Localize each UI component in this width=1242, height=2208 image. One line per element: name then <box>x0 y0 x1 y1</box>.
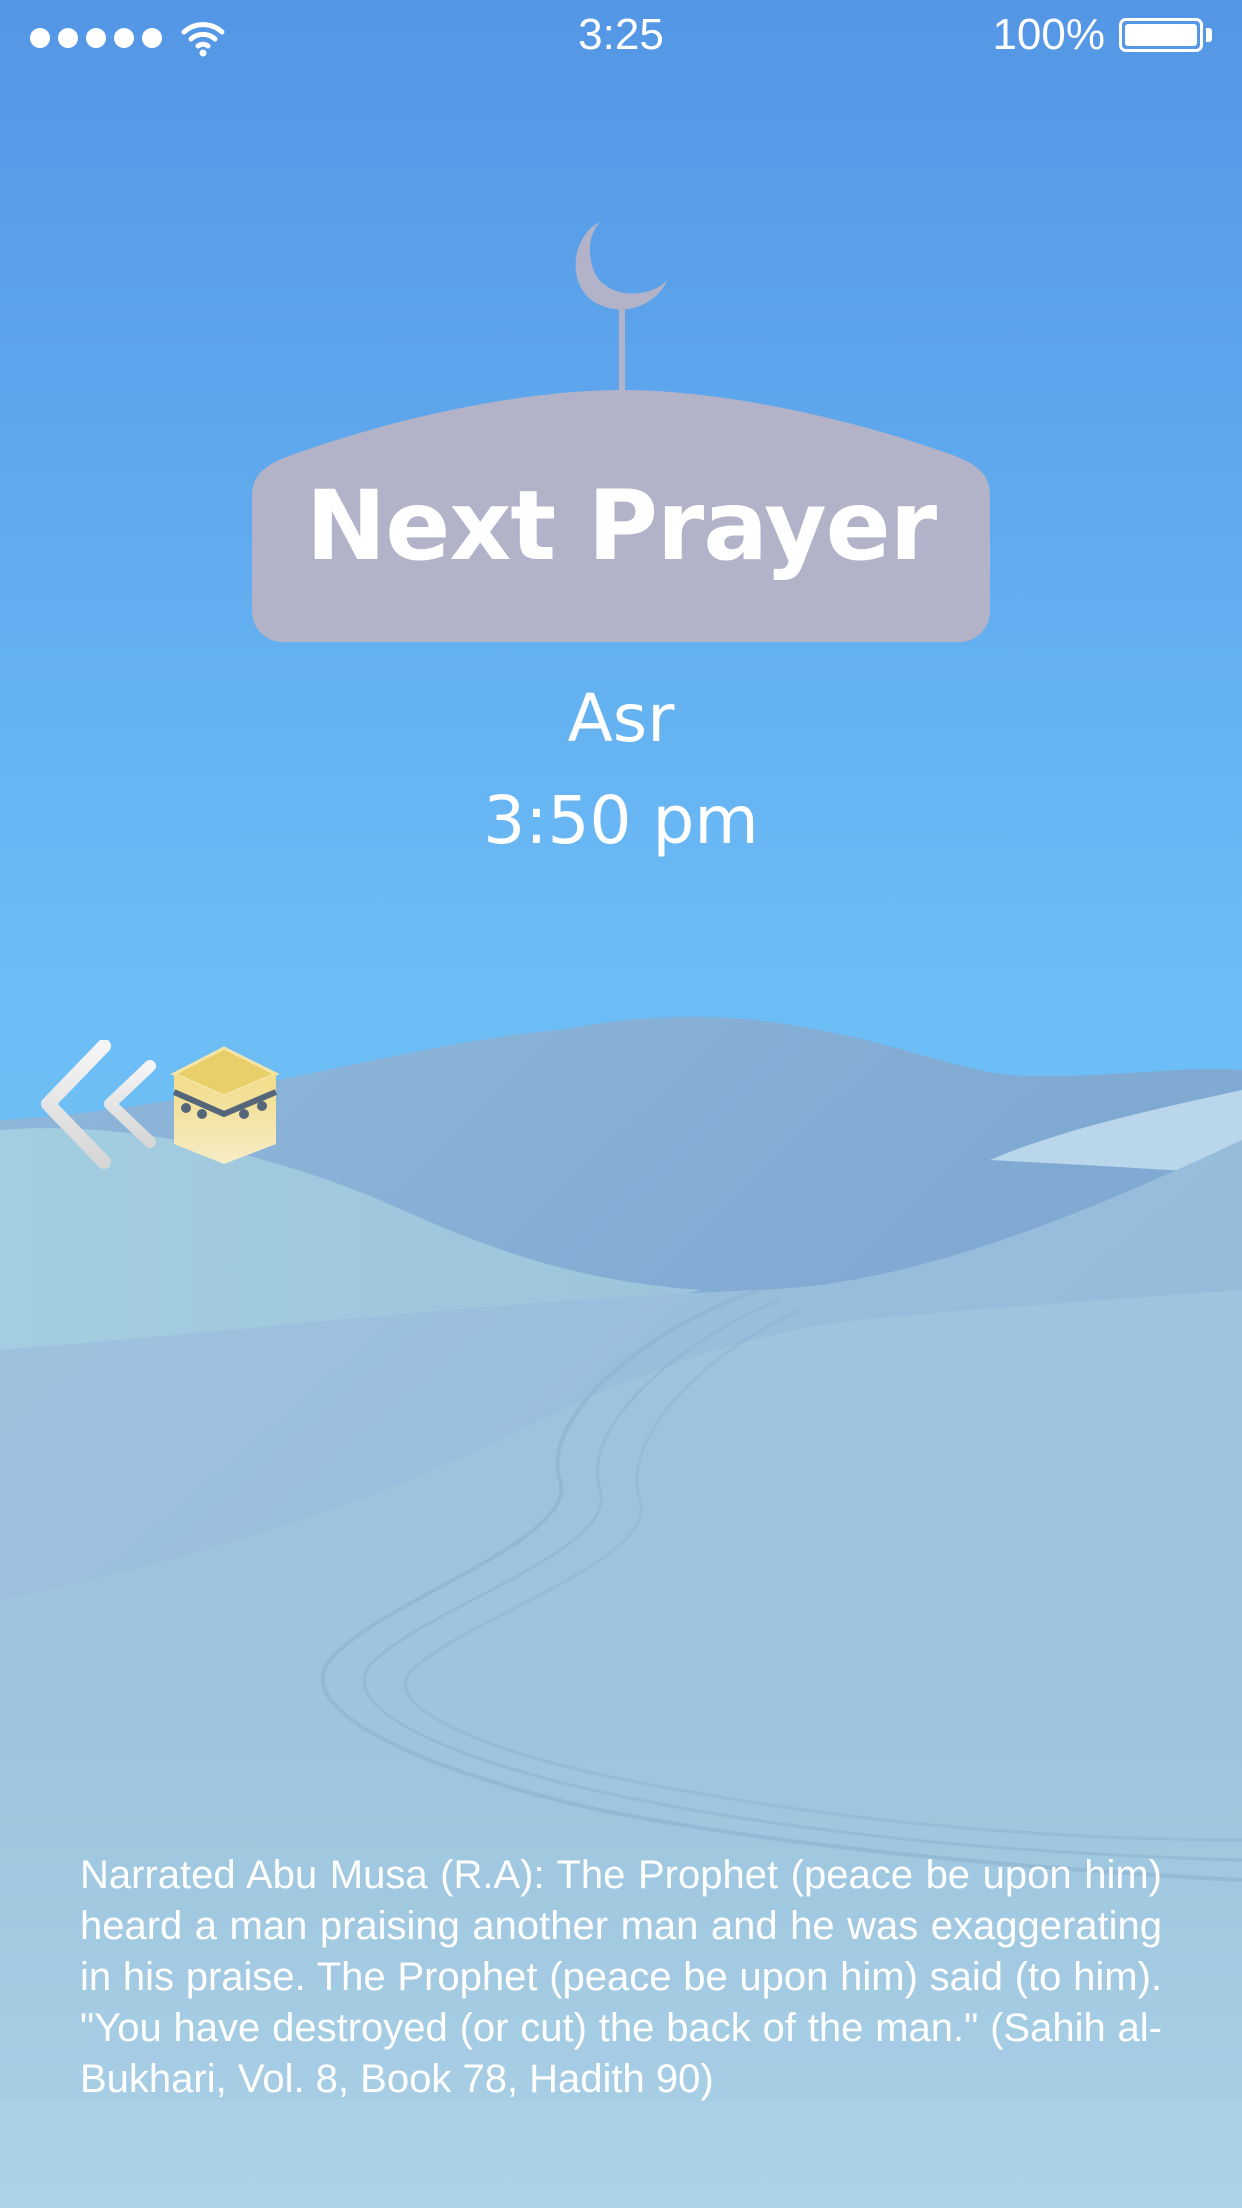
qibla-nav-graphic <box>41 1039 280 1169</box>
page-title: Next Prayer <box>305 470 937 582</box>
mosque-dome-crescent-icon <box>252 222 990 642</box>
next-prayer-name: Asr <box>567 680 675 757</box>
hadith-text: Narrated Abu Musa (R.A): The Prophet (pe… <box>80 1853 1162 2101</box>
kaaba-icon <box>170 1046 280 1164</box>
double-chevron-left-icon <box>41 1039 156 1169</box>
qibla-nav-button[interactable] <box>36 1039 286 1170</box>
next-prayer-time: 3:50 pm <box>483 782 759 859</box>
